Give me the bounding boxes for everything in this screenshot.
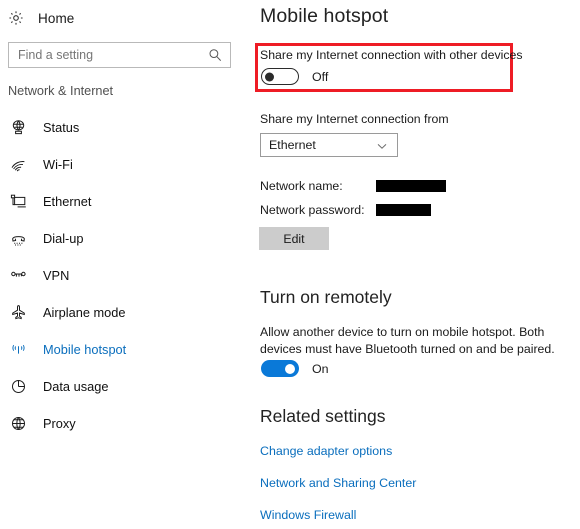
- page-title: Mobile hotspot: [260, 5, 389, 27]
- sidebar-item-label: Wi-Fi: [43, 156, 73, 172]
- share-from-selected-value: Ethernet: [269, 138, 316, 152]
- share-connection-toggle-state: Off: [312, 69, 329, 84]
- network-password-label: Network password:: [260, 203, 365, 217]
- sidebar-item-label: Dial-up: [43, 230, 84, 246]
- wifi-icon: [10, 156, 27, 173]
- pie-chart-icon: [10, 378, 27, 395]
- link-windows-firewall[interactable]: Windows Firewall: [260, 508, 356, 522]
- sidebar-item-wifi[interactable]: Wi-Fi: [0, 152, 250, 176]
- sidebar-item-label: Mobile hotspot: [43, 341, 127, 357]
- sidebar-item-vpn[interactable]: VPN: [0, 263, 250, 287]
- search-icon: [208, 48, 222, 62]
- sidebar-item-label: Airplane mode: [43, 304, 126, 320]
- sidebar-item-label: VPN: [43, 267, 70, 283]
- share-connection-toggle[interactable]: [261, 68, 299, 85]
- sidebar-item-proxy[interactable]: Proxy: [0, 411, 250, 435]
- sidebar-item-airplane-mode[interactable]: Airplane mode: [0, 300, 250, 324]
- share-from-label: Share my Internet connection from: [260, 112, 449, 126]
- telephone-icon: [10, 230, 27, 247]
- turn-on-remotely-toggle[interactable]: [261, 360, 299, 377]
- settings-window: Home Network & Internet: [0, 0, 580, 529]
- toggle-knob: [265, 72, 274, 81]
- sidebar-item-label: Ethernet: [43, 193, 92, 209]
- sidebar-home-label: Home: [38, 10, 75, 26]
- gear-icon: [8, 10, 24, 26]
- link-network-and-sharing-center[interactable]: Network and Sharing Center: [260, 476, 416, 490]
- sidebar-item-data-usage[interactable]: Data usage: [0, 374, 250, 398]
- related-settings-title: Related settings: [260, 406, 386, 426]
- share-connection-toggle-row[interactable]: Off: [261, 68, 328, 85]
- toggle-knob: [285, 363, 295, 374]
- main-content: Mobile hotspot Share my Internet connect…: [250, 0, 580, 529]
- network-name-redacted-value: [376, 180, 446, 192]
- search-box[interactable]: [8, 42, 231, 68]
- turn-on-remotely-description: Allow another device to turn on mobile h…: [260, 325, 555, 356]
- sidebar: Home Network & Internet: [0, 0, 250, 529]
- turn-on-remotely-title: Turn on remotely: [260, 287, 392, 307]
- sidebar-item-label: Proxy: [43, 415, 76, 431]
- sidebar-item-label: Data usage: [43, 378, 109, 394]
- sidebar-item-label: Status: [43, 119, 80, 135]
- network-password-row: Network password:: [260, 203, 431, 217]
- sidebar-item-home[interactable]: Home: [8, 6, 74, 30]
- sidebar-item-status[interactable]: Status: [0, 115, 250, 139]
- monitor-icon: [10, 193, 27, 210]
- search-input[interactable]: [9, 43, 208, 67]
- edit-button[interactable]: Edit: [259, 227, 329, 250]
- related-settings-links: Change adapter options Network and Shari…: [260, 444, 560, 529]
- share-from-dropdown[interactable]: Ethernet: [260, 133, 398, 157]
- network-password-redacted-value: [376, 204, 431, 216]
- sidebar-nav-list: Status Wi-Fi Ethernet Dial-up VPN Airpla…: [0, 115, 250, 448]
- share-connection-label: Share my Internet connection with other …: [260, 48, 523, 62]
- sidebar-item-dialup[interactable]: Dial-up: [0, 226, 250, 250]
- sidebar-item-ethernet[interactable]: Ethernet: [0, 189, 250, 213]
- chevron-down-icon: [376, 139, 388, 151]
- globe-icon: [10, 415, 27, 432]
- airplane-icon: [10, 304, 27, 321]
- turn-on-remotely-toggle-state: On: [312, 361, 329, 376]
- sidebar-category-heading: Network & Internet: [8, 84, 114, 98]
- globe-status-icon: [10, 119, 27, 136]
- link-change-adapter-options[interactable]: Change adapter options: [260, 444, 392, 458]
- network-name-label: Network name:: [260, 179, 343, 193]
- hotspot-signal-icon: [10, 341, 27, 358]
- turn-on-remotely-toggle-row[interactable]: On: [261, 360, 329, 377]
- vpn-key-icon: [10, 267, 27, 284]
- network-name-row: Network name:: [260, 179, 446, 193]
- sidebar-item-mobile-hotspot[interactable]: Mobile hotspot: [0, 337, 250, 361]
